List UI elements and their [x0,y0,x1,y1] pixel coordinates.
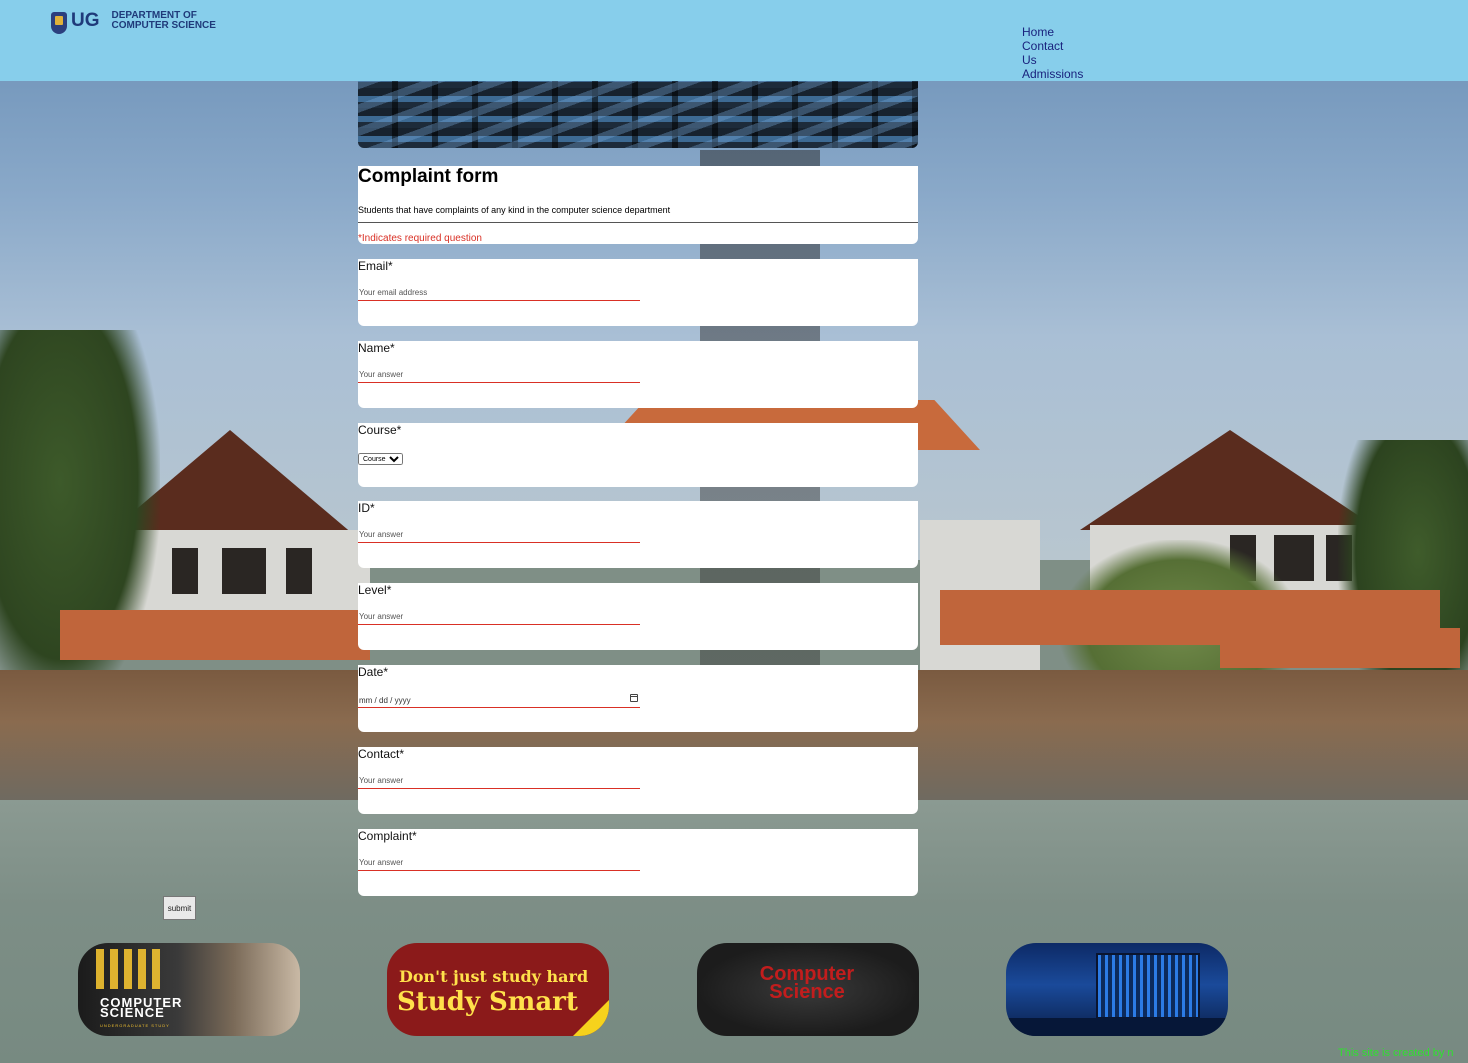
logo-line-2: COMPUTER SCIENCE [111,20,216,31]
ug-logo[interactable]: UG DEPARTMENT OF COMPUTER SCIENCE [51,11,216,34]
site-header: UG DEPARTMENT OF COMPUTER SCIENCE Home C… [0,0,1468,81]
bg-window [222,548,266,594]
computer-science-undergrad-image: COMPUTER SCIENCE UNDERGRADUATE STUDY [78,943,300,1036]
computer-science-icons-image: Computer Science [697,943,919,1036]
question-contact: Contact* [358,747,918,814]
thumb1-subtitle: UNDERGRADUATE STUDY [100,1023,170,1028]
study-smart-image: Don't just study hard Study Smart [387,943,609,1036]
thumb2-line1: Don't just study hard [399,967,589,986]
nav-home[interactable]: Home [1022,25,1102,39]
name-field[interactable] [358,367,640,383]
computer-workstation-image [1006,943,1228,1036]
level-label: Level* [358,583,392,597]
question-id: ID* [358,501,918,568]
corner-decoration [573,1000,609,1036]
form-banner-image [358,81,918,148]
footer-credit: This site is created by n [1338,1047,1454,1059]
question-date: Date* mm / dd / yyyy [358,665,918,732]
email-label: Email* [358,259,393,273]
complaint-label: Complaint* [358,829,417,843]
name-label: Name* [358,341,395,355]
bg-tile-roof [60,610,370,660]
complaint-field[interactable] [358,855,640,871]
question-complaint: Complaint* [358,829,918,896]
thumb2-line2: Study Smart [397,987,578,1017]
date-placeholder: mm / dd / yyyy [359,696,411,705]
question-level: Level* [358,583,918,650]
required-note: *Indicates required question [358,233,482,244]
question-course: Course* Course [358,423,918,487]
email-field[interactable] [358,285,640,301]
logo-department-text: DEPARTMENT OF COMPUTER SCIENCE [112,11,216,31]
contact-label: Contact* [358,747,405,761]
id-label: ID* [358,501,375,515]
divider [358,222,918,223]
submit-button[interactable]: submit [163,896,196,920]
ug-crest-icon [51,12,67,34]
level-field[interactable] [358,609,640,625]
question-name: Name* [358,341,918,408]
calendar-icon[interactable] [630,694,638,702]
monitor-icon [1096,953,1200,1019]
form-title: Complaint form [358,166,499,187]
contact-field[interactable] [358,773,640,789]
id-field[interactable] [358,527,640,543]
bg-window [286,548,312,594]
nav-contact[interactable]: Contact [1022,39,1102,53]
desk-decoration [1006,1018,1228,1036]
course-select[interactable]: Course [358,453,403,465]
main-nav: Home Contact Us Admissions [1022,25,1102,81]
thumb3-line2: Science [769,981,845,1003]
nav-us[interactable]: Us [1022,53,1102,67]
pattern-decoration [96,949,166,989]
form-header-card: Complaint form Students that have compla… [358,166,918,244]
form-description: Students that have complaints of any kin… [358,205,671,215]
bg-tile-roof [1220,628,1460,668]
bg-window [172,548,198,594]
thumb1-title: COMPUTER SCIENCE [100,996,182,1019]
date-label: Date* [358,665,389,679]
thumb3-text: Computer Science [727,964,887,1003]
question-email: Email* [358,259,918,326]
nav-admissions[interactable]: Admissions [1022,67,1102,81]
course-label: Course* [358,423,402,437]
logo-ug-text: UG [71,10,100,31]
date-field[interactable]: mm / dd / yyyy [358,692,640,708]
